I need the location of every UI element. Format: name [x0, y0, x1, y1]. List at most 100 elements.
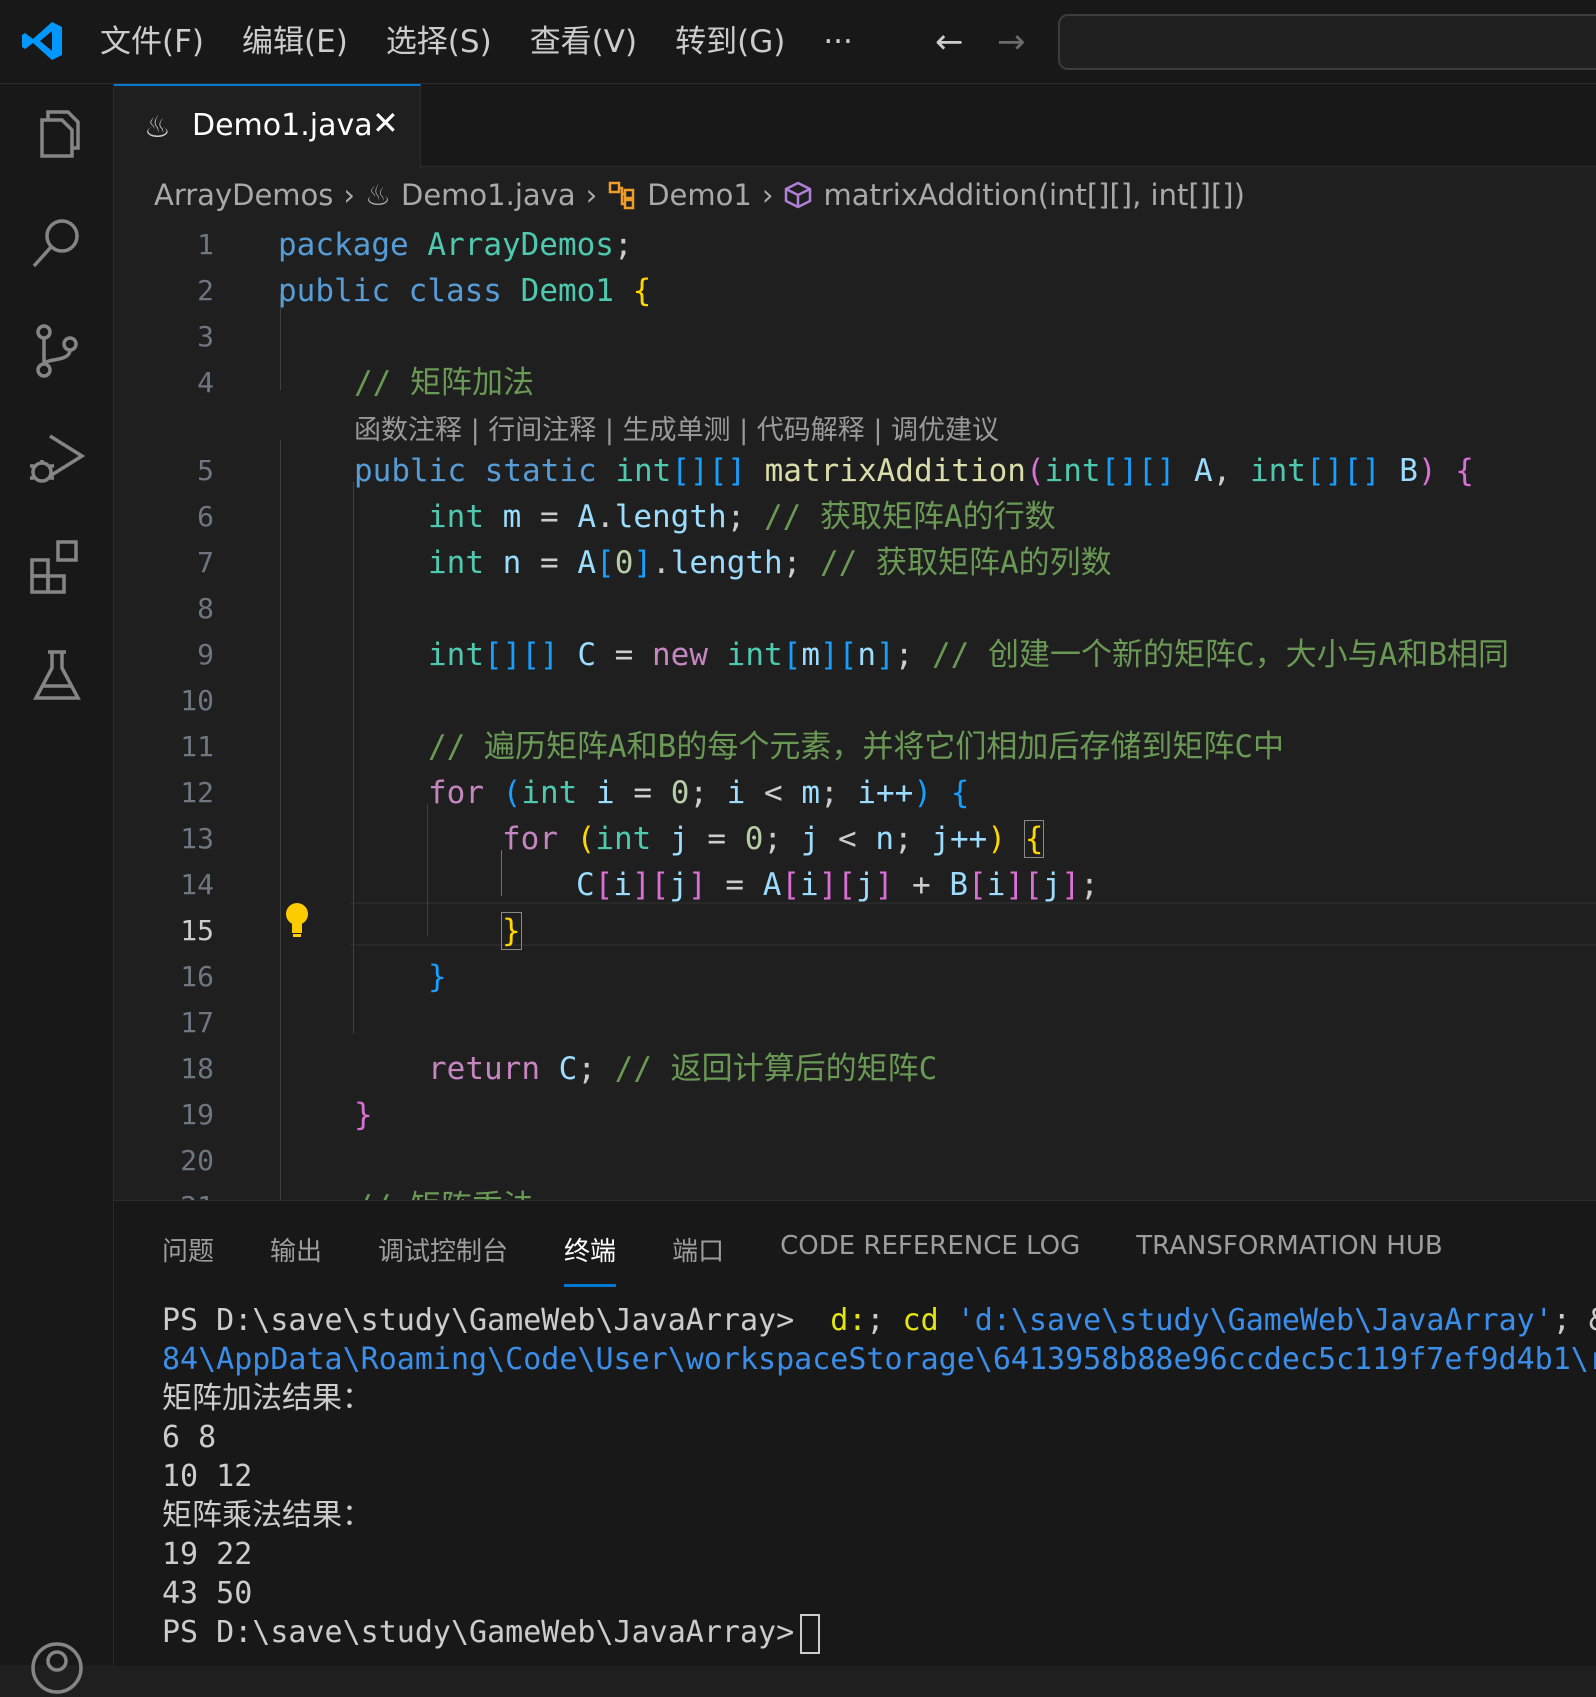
code-text: int[][] C = new int[m][n]; // 创建一个新的矩阵C，… — [428, 637, 1509, 673]
search-icon[interactable] — [28, 214, 86, 272]
menu-file[interactable]: 文件(F) — [100, 20, 204, 64]
code-text: int n = A[0].length; // 获取矩阵A的列数 — [428, 545, 1112, 581]
chevron-right-icon: › — [761, 178, 774, 212]
line-number: 15 — [180, 914, 214, 947]
line-number: 7 — [197, 546, 214, 579]
line-number: 8 — [197, 592, 214, 625]
code-line: 12 for (int i = 0; i < m; i++) { — [114, 770, 1596, 816]
code-line: 16 } — [114, 954, 1596, 1000]
tab-terminal[interactable]: 终端 — [564, 1231, 617, 1287]
terminal-command: cd — [902, 1303, 939, 1338]
code-text: } — [501, 912, 522, 950]
code-text: int m = A.length; // 获取矩阵A的行数 — [428, 499, 1056, 535]
line-number: 16 — [180, 960, 214, 993]
line-number: 10 — [180, 684, 214, 717]
line-number: 18 — [180, 1052, 214, 1085]
line-number: 14 — [180, 868, 214, 901]
code-text: } — [354, 1097, 373, 1133]
tab-demo1-java[interactable]: ♨ Demo1.java ✕ — [114, 84, 421, 170]
bottom-panel: 问题 输出 调试控制台 终端 端口 CODE REFERENCE LOG TRA… — [114, 1200, 1596, 1666]
tab-ports[interactable]: 端口 — [672, 1231, 724, 1287]
tab-output[interactable]: 输出 — [270, 1231, 322, 1287]
editor-tabs: ♨ Demo1.java ✕ — [114, 84, 1596, 170]
code-line: 15 } — [114, 908, 1596, 954]
command-center-search[interactable] — [1058, 14, 1596, 70]
lightbulb-icon[interactable] — [282, 900, 312, 940]
code-line: 14 C[i][j] = A[i][j] + B[i][j]; — [114, 862, 1596, 908]
terminal-output[interactable]: PS D:\save\study\GameWeb\JavaArray> d: ; … — [162, 1301, 1596, 1654]
code-line: 10 — [114, 678, 1596, 724]
chevron-right-icon: › — [343, 178, 355, 212]
terminal-line: 84\AppData\Roaming\Code\User\workspaceSt… — [162, 1342, 1596, 1377]
run-debug-icon[interactable] — [28, 430, 86, 488]
tab-label: Demo1.java — [192, 108, 373, 143]
menu-more[interactable]: ··· — [823, 20, 853, 64]
menu-edit[interactable]: 编辑(E) — [242, 20, 348, 64]
terminal-prompt: PS D:\save\study\GameWeb\JavaArray> — [162, 1303, 795, 1338]
code-text: return C; // 返回计算后的矩阵C — [428, 1051, 938, 1087]
code-line: 5 public static int[][] matrixAddition(i… — [114, 448, 1596, 494]
menu-view[interactable]: 查看(V) — [530, 20, 637, 64]
extensions-icon[interactable] — [28, 538, 86, 596]
menu-go[interactable]: 转到(G) — [675, 20, 785, 64]
line-number: 4 — [197, 366, 214, 399]
code-line: 17 — [114, 1000, 1596, 1046]
terminal-line: 10 12 — [162, 1459, 253, 1494]
tab-problems[interactable]: 问题 — [162, 1231, 214, 1287]
line-number: 13 — [180, 822, 214, 855]
code-text: for (int i = 0; i < m; i++) { — [428, 775, 970, 811]
code-line: 8 — [114, 586, 1596, 632]
terminal-line: 6 8 — [162, 1420, 217, 1455]
codelens-actions[interactable]: 函数注释 | 行间注释 | 生成单测 | 代码解释 | 调优建议 — [354, 408, 999, 447]
line-number: 3 — [197, 320, 214, 353]
vscode-logo-icon[interactable] — [20, 19, 64, 63]
terminal-text: ; & — [1552, 1303, 1596, 1338]
breadcrumb-folder[interactable]: ArrayDemos — [154, 178, 333, 212]
code-line: 6 int m = A.length; // 获取矩阵A的行数 — [114, 494, 1596, 540]
explorer-icon[interactable] — [28, 106, 86, 164]
code-line: 7 int n = A[0].length; // 获取矩阵A的列数 — [114, 540, 1596, 586]
forward-arrow-icon[interactable]: → — [997, 20, 1026, 64]
code-line: 19 } — [114, 1092, 1596, 1138]
breadcrumb-class[interactable]: Demo1 — [647, 178, 752, 212]
testing-flask-icon[interactable] — [28, 646, 86, 704]
line-number: 5 — [197, 454, 214, 487]
line-number: 19 — [180, 1098, 214, 1131]
terminal-text: ; — [866, 1303, 903, 1338]
terminal-line: 矩阵乘法结果： — [162, 1498, 372, 1533]
code-text: public static int[][] matrixAddition(int… — [354, 453, 1474, 489]
terminal-command: d: — [830, 1303, 867, 1338]
close-icon[interactable]: ✕ — [372, 104, 399, 142]
line-number: 12 — [180, 776, 214, 809]
line-number: 9 — [197, 638, 214, 671]
code-line: 2 public class Demo1 { — [114, 268, 1596, 314]
code-line: 18 return C; // 返回计算后的矩阵C — [114, 1046, 1596, 1092]
tab-transformation-hub[interactable]: TRANSFORMATION HUB — [1136, 1231, 1442, 1287]
tab-code-reference-log[interactable]: CODE REFERENCE LOG — [780, 1231, 1080, 1287]
title-bar: 文件(F) 编辑(E) 选择(S) 查看(V) 转到(G) ··· ← → — [0, 0, 1596, 84]
code-text: public class Demo1 { — [278, 273, 652, 309]
line-number: 17 — [180, 1006, 214, 1039]
breadcrumb-file[interactable]: Demo1.java — [401, 178, 576, 212]
line-number: 2 — [197, 274, 214, 307]
menu-bar: 文件(F) 编辑(E) 选择(S) 查看(V) 转到(G) ··· — [100, 20, 891, 64]
accounts-icon[interactable] — [28, 1639, 86, 1697]
terminal-line: 矩阵加法结果： — [162, 1381, 372, 1416]
line-number: 11 — [180, 730, 214, 763]
code-text: // 遍历矩阵A和B的每个元素，并将它们相加后存储到矩阵C中 — [428, 729, 1284, 765]
menu-selection[interactable]: 选择(S) — [386, 20, 492, 64]
source-control-icon[interactable] — [28, 322, 86, 380]
line-number: 21 — [114, 1184, 214, 1200]
code-line: 4 // 矩阵加法 — [114, 360, 1596, 406]
chevron-right-icon: › — [585, 178, 598, 212]
code-line: 21 // 矩阵乘法 — [114, 1184, 1596, 1200]
back-arrow-icon[interactable]: ← — [935, 20, 964, 64]
java-file-icon: ♨ — [144, 110, 171, 145]
tab-debug-console[interactable]: 调试控制台 — [378, 1231, 508, 1287]
code-line: 9 int[][] C = new int[m][n]; // 创建一个新的矩阵… — [114, 632, 1596, 678]
terminal-line: 19 22 — [162, 1537, 253, 1572]
code-line: 11 // 遍历矩阵A和B的每个元素，并将它们相加后存储到矩阵C中 — [114, 724, 1596, 770]
breadcrumb-method[interactable]: matrixAddition(int[][], int[][]) — [823, 178, 1244, 212]
code-editor[interactable]: 1 package ArrayDemos; 2 public class Dem… — [114, 222, 1596, 1200]
terminal-line: 43 50 — [162, 1576, 253, 1611]
